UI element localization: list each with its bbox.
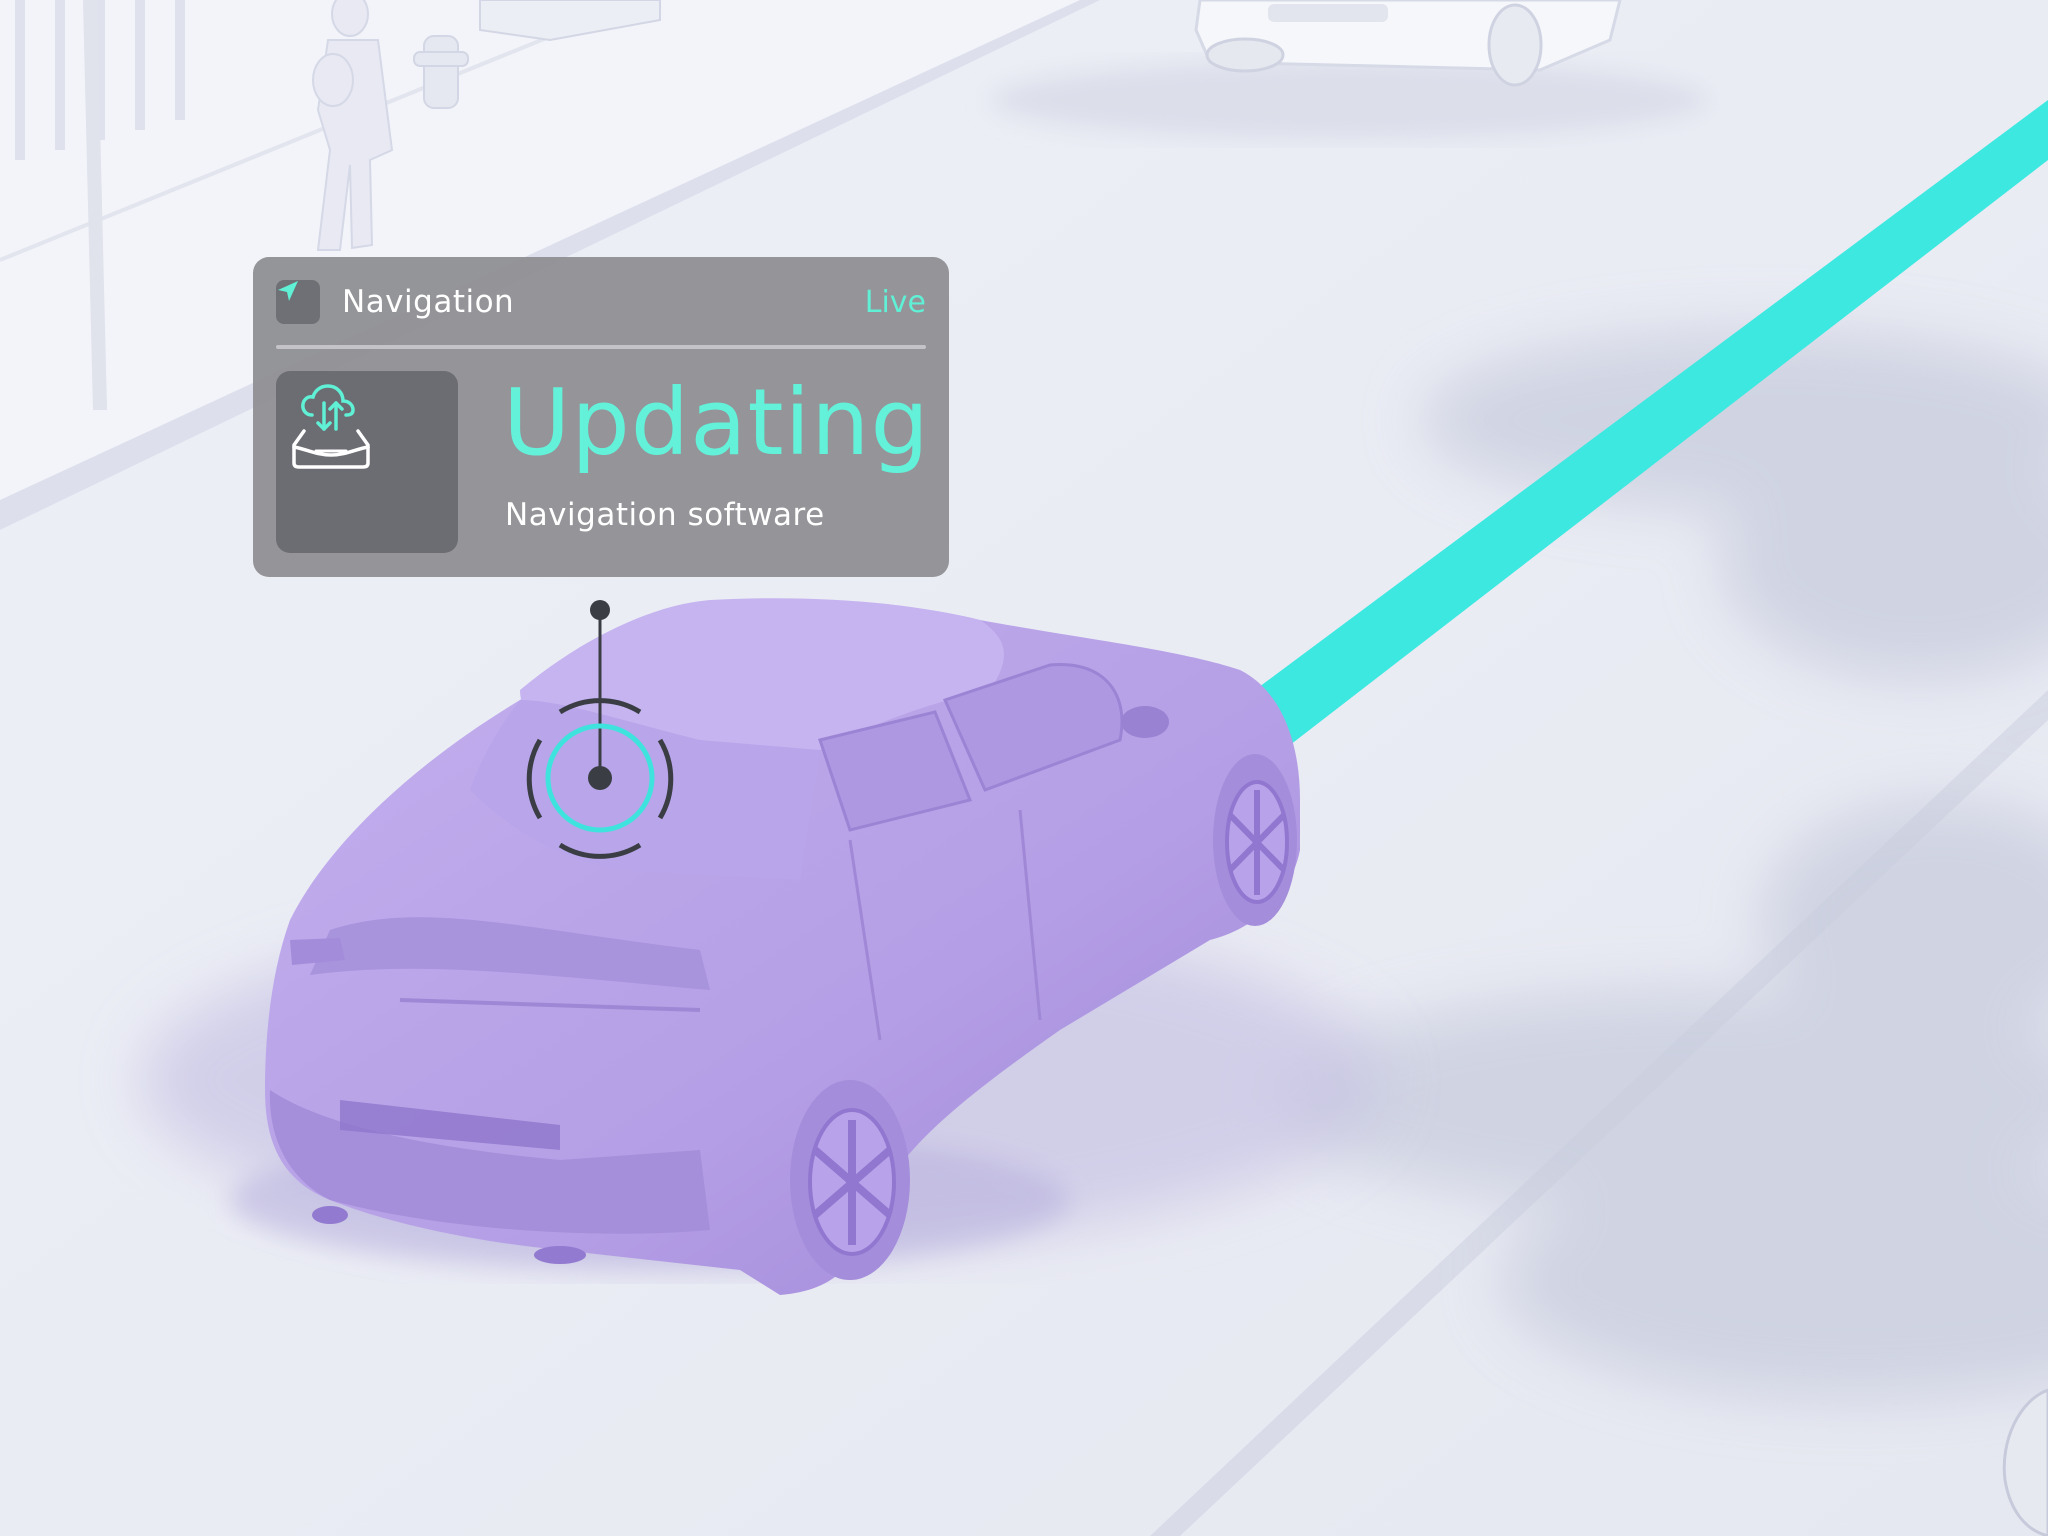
navigation-card[interactable]: Navigation Live Updating Navigation soft… — [253, 257, 949, 577]
update-subtitle: Navigation software — [505, 497, 825, 533]
road-scene-illustration — [0, 0, 2048, 1536]
cloud-sync-car-icon — [292, 384, 370, 469]
lamp-post — [83, 0, 107, 411]
software-update-tile — [276, 371, 458, 553]
update-status: Updating — [503, 369, 930, 476]
card-title: Navigation — [342, 284, 515, 320]
scene: Navigation Live Updating Navigation soft… — [0, 0, 2048, 1536]
card-divider — [276, 345, 926, 349]
card-header: Navigation Live — [276, 279, 926, 325]
live-status-tag: Live — [864, 284, 926, 320]
navigation-arrow-icon — [276, 280, 320, 324]
